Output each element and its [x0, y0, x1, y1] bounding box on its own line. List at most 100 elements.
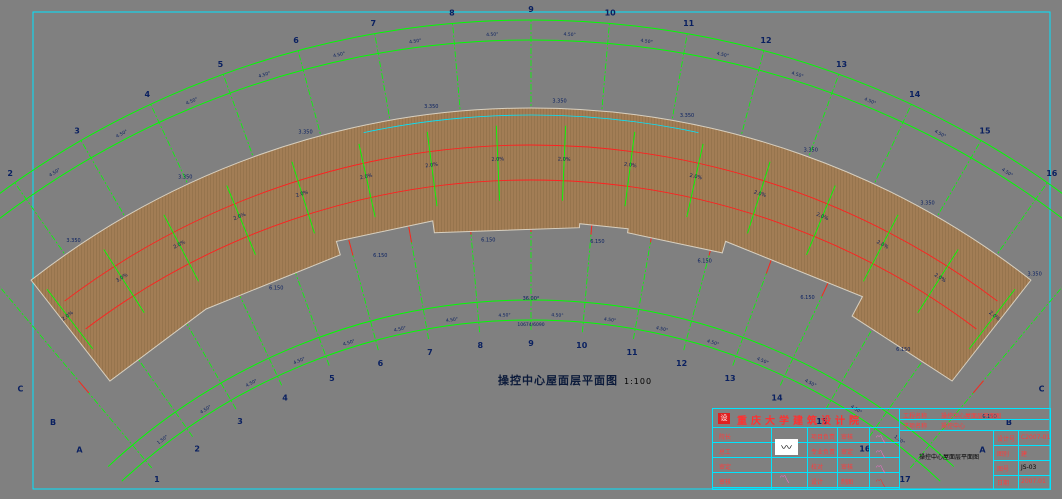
- top-dim-11: 4.50°: [791, 70, 805, 79]
- axis-mark-6: [348, 239, 354, 256]
- axis-label-bottom-7: 7: [427, 348, 433, 357]
- title-block: 设 重庆大学建筑设计院 工程名称 操控中心屋面层平面图 子项名称 操控中心 院长…: [712, 408, 1051, 490]
- col3-label-1: 审定: [841, 449, 854, 456]
- row-label-0: 院长: [719, 434, 732, 441]
- drawing-scale: 1:100: [624, 377, 653, 386]
- axis-label-top-10: 10: [605, 8, 617, 17]
- col2-label-3: 设计: [811, 479, 824, 486]
- inner-elevation-6: 6.150: [896, 347, 910, 353]
- axis-label-bottom-2: 2: [194, 444, 200, 453]
- bottom-dim-0: 1.50°: [156, 434, 169, 446]
- top-dim-5: 4.50°: [333, 51, 346, 60]
- center-dim: 36.00°: [523, 296, 540, 302]
- axis-label-bottom-12: 12: [676, 359, 687, 368]
- axis-label-top-15: 15: [979, 127, 991, 136]
- right-value-0: C2007-01: [1021, 434, 1051, 441]
- axis-label-top-3: 3: [74, 127, 80, 136]
- signature-4: 〽: [779, 473, 790, 486]
- axis-label-top-14: 14: [909, 90, 921, 99]
- inner-elevation-3: 6.150: [590, 239, 604, 245]
- axis-label-top-2: 2: [7, 169, 13, 178]
- row-label-2: 审定: [719, 464, 732, 471]
- top-dim-8: 4.50°: [563, 32, 576, 39]
- axis-label-bottom-1: 1: [154, 475, 160, 484]
- bottom-dim-5: 4.50°: [393, 325, 406, 334]
- axis-mark-7: [408, 226, 413, 243]
- axis-label-top-8: 8: [449, 8, 455, 17]
- bottom-dim-10: 4.50°: [655, 325, 668, 334]
- inner-elevation-0: 6.150: [269, 286, 283, 292]
- top-dim-10: 4.50°: [716, 51, 729, 60]
- sub-value: 操控中心: [941, 423, 966, 430]
- signature-1: 〽: [875, 448, 886, 461]
- ring-label-left-C: C: [17, 384, 23, 393]
- right-label-3: 日期: [997, 480, 1010, 487]
- ring-label-left-A: A: [76, 445, 83, 454]
- outer-elevation-2: 3.350: [298, 130, 312, 136]
- outer-elevation-7: 3.350: [920, 201, 934, 207]
- ring-label-right-C: C: [1039, 384, 1045, 393]
- inner-elevation-1: 6.150: [373, 253, 387, 259]
- top-dim-9: 4.50°: [640, 38, 653, 46]
- axis-label-bottom-9: 9: [528, 339, 534, 348]
- row-label-1: 总工: [719, 449, 732, 456]
- right-value-2: JS-03: [1021, 464, 1037, 471]
- drawing-name: 操控中心屋面层平面图: [919, 454, 980, 461]
- outer-elevation-1: 3.350: [178, 175, 192, 181]
- institute-logo: 设: [718, 413, 730, 424]
- axis-label-bottom-5: 5: [329, 374, 335, 383]
- axis-mark-13: [765, 258, 773, 274]
- outer-elevation-5: 3.350: [680, 113, 694, 119]
- col3-label-2: 审核: [841, 464, 854, 471]
- right-value-1: 建: [1021, 451, 1028, 458]
- signature-3: 〽: [875, 477, 886, 490]
- bottom-dim-8: 4.50°: [551, 312, 564, 319]
- sub-label: 子项名称: [903, 423, 928, 430]
- col3-label-0: 审核: [841, 434, 854, 441]
- slope-label-8: 2.0%: [558, 156, 571, 163]
- outer-elevation-6: 3.350: [804, 147, 818, 153]
- project-value: 操控中心屋面层平面图: [941, 413, 1002, 420]
- axis-label-top-5: 5: [218, 60, 224, 69]
- axis-label-top-13: 13: [836, 60, 847, 69]
- axis-label-bottom-8: 8: [477, 341, 483, 350]
- col3-label-3: 制图: [841, 479, 854, 486]
- col2-label-0: 项目负责: [811, 434, 836, 441]
- bottom-dim-6: 4.50°: [446, 316, 459, 324]
- right-label-2: 图号: [997, 466, 1010, 473]
- center-sub: 10674/6090: [517, 322, 544, 328]
- signature-stamp: 〰: [775, 439, 798, 455]
- axis-label-bottom-14: 14: [771, 394, 783, 403]
- bottom-dim-1: 4.50°: [199, 404, 213, 416]
- inner-elevation-5: 6.150: [800, 295, 814, 301]
- outer-elevation-3: 3.350: [424, 104, 438, 110]
- row-label-3: 审核: [719, 479, 732, 486]
- project-label: 工程名称: [903, 413, 928, 420]
- col2-label-2: 校对: [811, 464, 824, 471]
- axis-label-bottom-4: 4: [282, 394, 288, 403]
- top-dim-7: 4.50°: [486, 32, 499, 39]
- axis-mark-1: [78, 380, 90, 394]
- col2-label-1: 专业负责: [811, 449, 836, 456]
- outer-elevation-8: 3.350: [1027, 271, 1041, 277]
- bottom-dim-7: 4.50°: [498, 312, 511, 319]
- top-dim-3: 4.50°: [185, 96, 199, 106]
- top-dim-6: 4.50°: [409, 38, 422, 46]
- axis-mark-17: [972, 380, 984, 394]
- axis-label-top-16: 16: [1046, 169, 1058, 178]
- top-dim-4: 4.50°: [258, 70, 272, 79]
- axis-mark-14: [821, 281, 829, 297]
- bottom-dim-9: 4.50°: [603, 316, 616, 324]
- axis-label-bottom-10: 10: [576, 341, 588, 350]
- signature-0: 〽: [875, 433, 886, 446]
- axis-label-top-11: 11: [683, 19, 695, 28]
- bottom-dim-2: 4.50°: [245, 378, 259, 389]
- right-label-0: 设计号: [997, 436, 1016, 443]
- inner-elevation-2: 6.150: [481, 237, 495, 243]
- institute-name: 重庆大学建筑设计院: [737, 416, 863, 427]
- bottom-dim-13: 4.50°: [804, 378, 818, 389]
- ring-label-left-B: B: [50, 418, 56, 427]
- axis-label-top-6: 6: [293, 36, 299, 45]
- axis-label-bottom-6: 6: [378, 359, 384, 368]
- axis-label-bottom-13: 13: [724, 374, 735, 383]
